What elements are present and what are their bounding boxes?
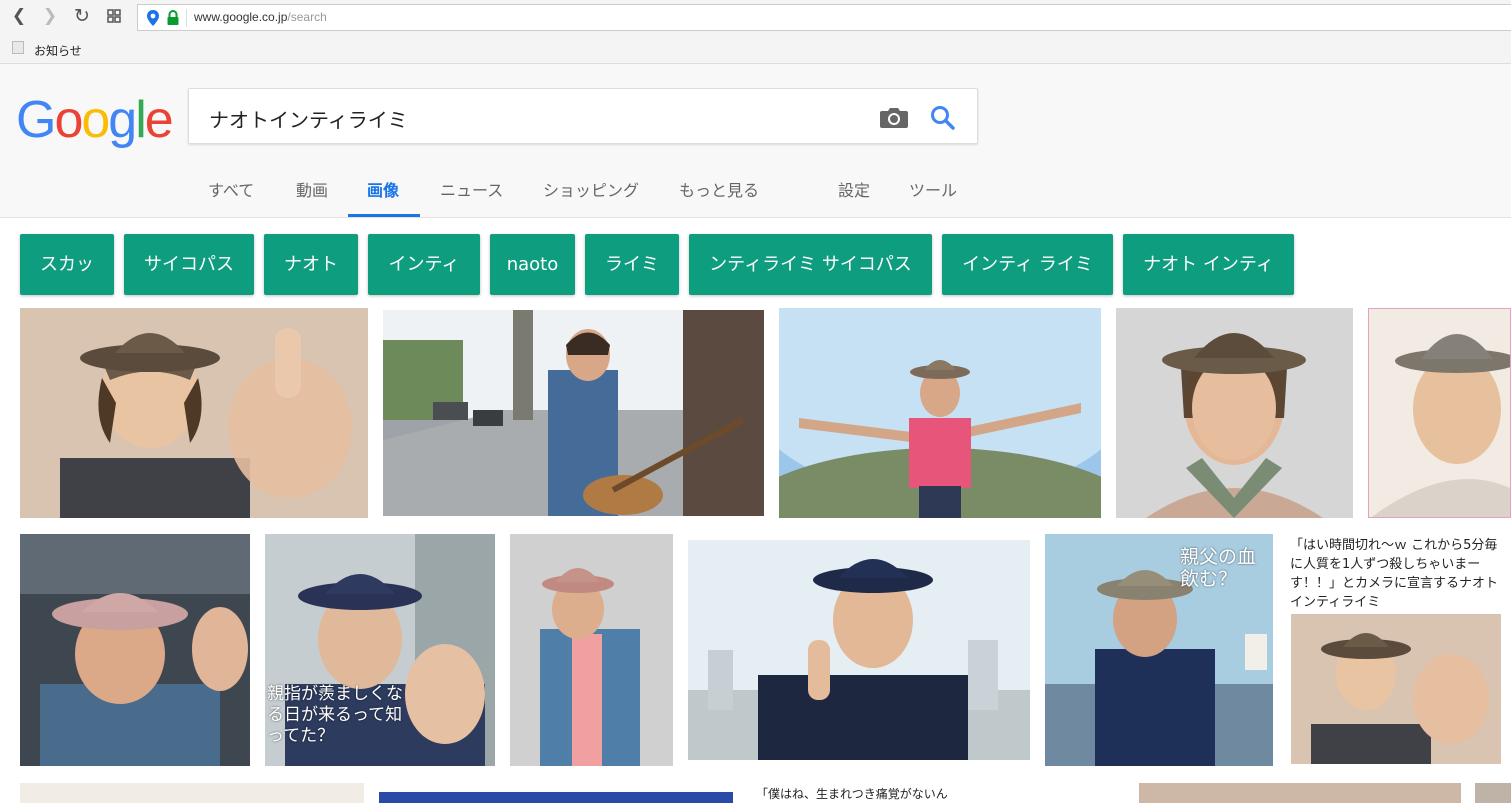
image-result[interactable] [1139,783,1461,803]
tab-news[interactable]: ニュース [440,177,503,201]
forward-icon[interactable]: ❯ [40,6,60,26]
google-logo[interactable]: Google [16,91,174,149]
tab-more[interactable]: もっと見る [679,177,759,201]
related-chip[interactable]: naoto [490,234,575,295]
image-result[interactable] [510,534,673,766]
related-chip[interactable]: インティ ライミ [942,234,1113,295]
image-result[interactable] [20,308,368,518]
related-chip[interactable]: スカッ [20,234,114,295]
search-icon[interactable] [929,104,957,132]
bookmark-item[interactable]: お知らせ [34,42,82,59]
image-result[interactable] [1368,308,1511,518]
related-chip[interactable]: ナオト インティ [1123,234,1294,295]
lock-icon [166,9,180,31]
image-result[interactable] [688,540,1030,760]
logo-letter: g [108,91,137,149]
search-box[interactable]: ナオトインティライミ [188,88,978,144]
apps-grid-icon[interactable] [104,6,124,26]
url-text: www.google.co.jp/search [194,10,327,24]
tab-settings[interactable]: 設定 [838,177,870,201]
image-result[interactable] [1475,783,1511,803]
tab-images[interactable]: 画像 [367,177,399,201]
tab-videos[interactable]: 動画 [296,177,328,201]
image-result[interactable] [379,792,733,803]
related-chip[interactable]: ナオト [264,234,358,295]
location-pin-icon [146,9,160,31]
related-chip[interactable]: インティ [368,234,480,295]
tab-tools[interactable]: ツール [909,177,957,201]
related-chip[interactable]: ライミ [585,234,679,295]
image-overlay-text: 親父の血飲む？ [1180,546,1257,590]
image-result-card[interactable]: 「はい時間切れ〜ｗ これから5分毎に人質を1人ずつ殺しちゃいまーす！！」とカメラ… [1288,534,1511,766]
bookmarks-bar: お知らせ [0,35,1511,64]
image-caption: 「僕はね、生まれつき痛覚がないん [756,787,948,801]
image-result[interactable]: 親指が羨ましくなる日が来るって知ってた？ [265,534,495,766]
tab-all[interactable]: すべて [208,177,254,201]
back-icon[interactable]: ❮ [9,6,29,26]
image-caption: 「はい時間切れ〜ｗ これから5分毎に人質を1人ずつ殺しちゃいまーす！！」とカメラ… [1290,538,1499,610]
bookmark-page-icon [12,41,24,54]
google-header: Google ナオトインティライミ すべて 動画 画像 ニュース ショッピング … [0,64,1511,218]
tab-shopping[interactable]: ショッピング [543,177,639,201]
logo-letter: e [144,91,174,149]
related-chip[interactable]: ンティライミ サイコパス [689,234,932,295]
related-chip[interactable]: サイコパス [124,234,254,295]
image-result[interactable] [20,534,250,766]
reload-icon[interactable]: ↻ [72,6,92,26]
image-overlay-text: 親指が羨ましくなる日が来るって知ってた？ [267,684,403,746]
url-divider [186,9,187,27]
address-bar[interactable]: www.google.co.jp/search [137,4,1511,31]
image-result[interactable]: 親父の血飲む？ [1045,534,1273,766]
image-result[interactable] [1116,308,1353,518]
logo-letter: l [135,91,146,149]
image-result[interactable] [383,310,764,516]
active-tab-indicator [348,214,420,217]
logo-letter: G [16,91,56,149]
camera-icon[interactable] [879,105,909,129]
logo-letter: o [54,91,83,149]
image-result[interactable] [20,783,364,803]
image-result[interactable] [779,308,1101,518]
logo-letter: o [81,91,110,149]
browser-toolbar: ❮ ❯ ↻ www.google.co.jp/search [0,0,1511,35]
search-input[interactable]: ナオトインティライミ [209,104,408,133]
